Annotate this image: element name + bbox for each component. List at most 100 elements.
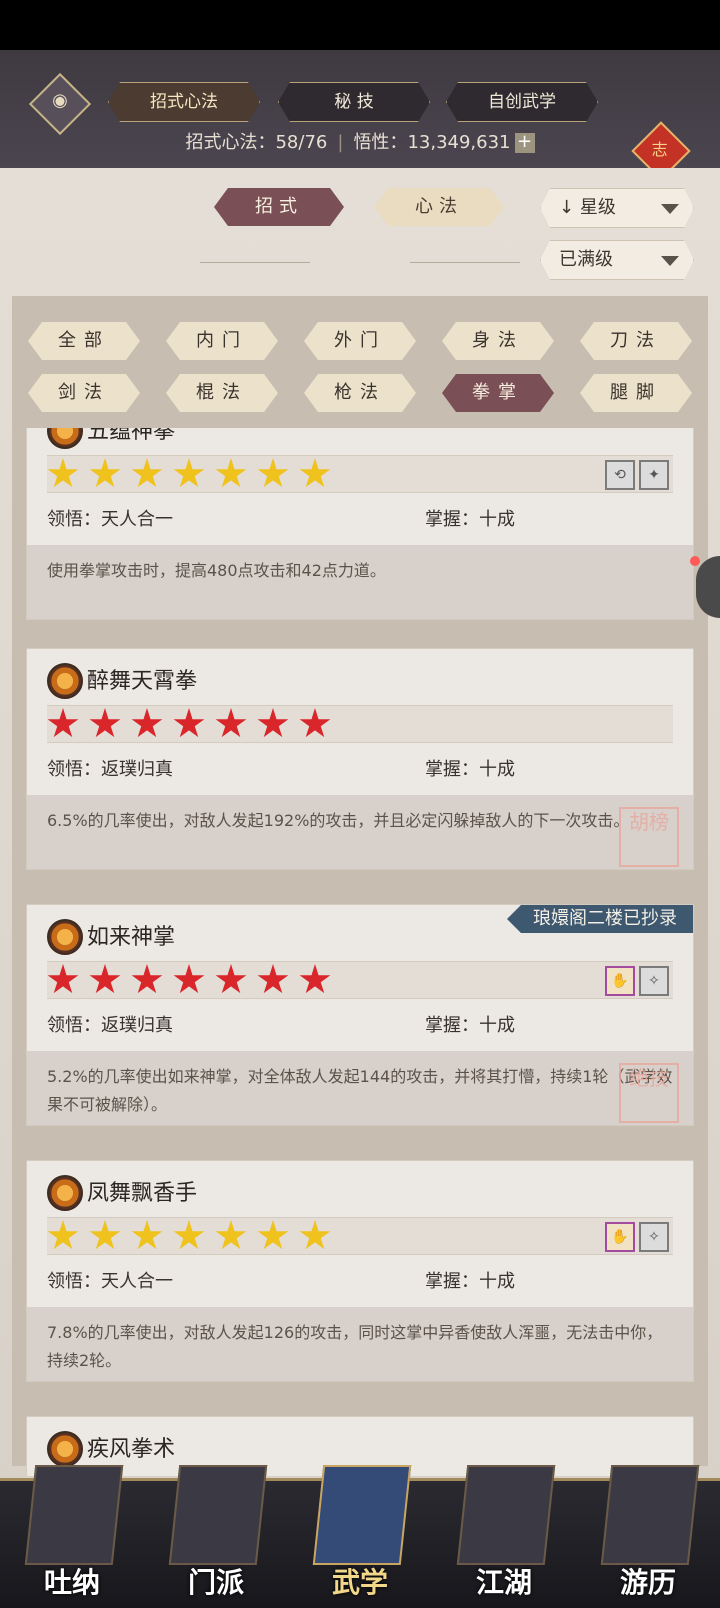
star-icon xyxy=(131,708,163,738)
skill-type-icon: ⟲ xyxy=(605,460,635,490)
star-rating: ✋ ✧ xyxy=(47,961,673,999)
bottom-nav: 吐纳 门派 武学 江湖 游历 xyxy=(0,1465,720,1608)
skill-card[interactable]: 凤舞飘香手 ✋ ✧ 领悟：天人合一 掌握：十成 7.8%的几率使出，对敌人发起1… xyxy=(26,1160,694,1382)
insight-label: 领悟： xyxy=(47,1271,101,1292)
star-sort-label: 星级 xyxy=(579,197,616,218)
skill-list[interactable]: 五蕴神拳 ⟲ ✦ 领悟：天人合一 掌握：十成 使用拳掌攻击时，提高480点攻击和… xyxy=(26,428,694,1476)
skill-card[interactable]: 醉舞天霄拳 领悟：返璞归真 掌握：十成 6.5%的几率使出，对敌人发起192%的… xyxy=(26,648,694,870)
star-icon xyxy=(131,1220,163,1250)
filter-sword[interactable]: 剑法 xyxy=(28,374,140,412)
tab-skills-mind[interactable]: 招式心法 xyxy=(108,82,260,122)
tab-custom-martial[interactable]: 自创武学 xyxy=(446,82,598,122)
insight-value: 天人合一 xyxy=(101,1271,173,1292)
skill-name: 疾风拳术 xyxy=(87,1437,176,1462)
nav-travel[interactable]: 游历 xyxy=(596,1465,700,1605)
star-icon xyxy=(131,458,163,488)
star-icon xyxy=(215,964,247,994)
stats-label-insight: 悟性： xyxy=(353,132,408,153)
star-icon xyxy=(173,964,205,994)
arrow-down-icon: ↓ xyxy=(559,197,575,218)
star-icon xyxy=(89,458,121,488)
star-icon xyxy=(47,1220,79,1250)
stats-bar: 招式心法：58/76 | 悟性：13,349,631 + xyxy=(0,128,720,154)
sect-icon xyxy=(168,1465,268,1565)
skill-type-icon: ✋ xyxy=(605,1222,635,1252)
insight-label: 领悟： xyxy=(47,1015,101,1036)
mastery-label: 掌握： xyxy=(425,1271,479,1292)
star-rating: ⟲ ✦ xyxy=(47,455,673,493)
filter-spear[interactable]: 枪法 xyxy=(304,374,416,412)
skill-type-icon: ✋ xyxy=(605,966,635,996)
straw-hat-icon xyxy=(456,1465,556,1565)
skill-name: 五蕴神拳 xyxy=(87,428,176,444)
divider-left xyxy=(200,262,310,263)
skill-type-icon: ✦ xyxy=(639,460,669,490)
skill-type-icon: ✧ xyxy=(639,966,669,996)
filter-blade[interactable]: 刀法 xyxy=(580,322,692,360)
insight-label: 领悟： xyxy=(47,759,101,780)
add-insight-button[interactable]: + xyxy=(514,133,535,153)
star-icon xyxy=(299,458,331,488)
nav-label: 武学 xyxy=(331,1566,388,1599)
nav-jianghu[interactable]: 江湖 xyxy=(452,1465,556,1605)
star-icon xyxy=(89,1220,121,1250)
nav-label: 江湖 xyxy=(475,1566,532,1599)
filter-outer[interactable]: 外门 xyxy=(304,322,416,360)
insight-value: 返璞归真 xyxy=(101,759,173,780)
tab-secret-skills[interactable]: 秘 技 xyxy=(278,82,430,122)
seal-stamp: 胡榜 xyxy=(619,807,679,867)
mastery-value: 十成 xyxy=(479,1271,515,1292)
fist-skill-icon xyxy=(47,1175,83,1211)
filter-all[interactable]: 全部 xyxy=(28,322,140,360)
filter-inner[interactable]: 内门 xyxy=(166,322,278,360)
star-icon xyxy=(173,1220,205,1250)
chevron-down-icon xyxy=(661,256,679,266)
toggle-mind[interactable]: 心法 xyxy=(374,188,504,226)
star-icon xyxy=(47,964,79,994)
star-icon xyxy=(173,458,205,488)
nav-label: 门派 xyxy=(187,1566,244,1599)
skill-name: 醉舞天霄拳 xyxy=(87,669,198,694)
status-bar xyxy=(0,0,720,50)
star-icon xyxy=(89,964,121,994)
view-toggle-button[interactable]: ◉ xyxy=(28,72,92,136)
horse-icon xyxy=(600,1465,700,1565)
insight-value: 天人合一 xyxy=(101,509,173,530)
star-rating xyxy=(47,705,673,743)
star-rating: ✋ ✧ xyxy=(47,1217,673,1255)
nav-sect[interactable]: 门派 xyxy=(164,1465,268,1605)
level-filter-dropdown[interactable]: 已满级 xyxy=(540,240,694,280)
star-icon xyxy=(257,708,289,738)
filter-leg[interactable]: 腿脚 xyxy=(580,374,692,412)
mastery-label: 掌握： xyxy=(425,759,479,780)
mastery-label: 掌握： xyxy=(425,1015,479,1036)
skill-card[interactable]: 琅嬛阁二楼已抄录 如来神掌 ✋ ✧ 领悟：返璞归真 掌握：十成 5.2%的几率使… xyxy=(26,904,694,1126)
insight-label: 领悟： xyxy=(47,509,101,530)
skill-description: 6.5%的几率使出，对敌人发起192%的攻击，并且必定闪躲掉敌人的下一次攻击。 xyxy=(27,795,693,869)
eye-icon: ◉ xyxy=(52,90,68,112)
star-icon xyxy=(299,708,331,738)
stats-label-skills: 招式心法： xyxy=(185,132,276,153)
nav-label: 游历 xyxy=(619,1566,676,1599)
nav-martial-arts[interactable]: 武学 xyxy=(308,1465,412,1605)
skill-card[interactable]: 五蕴神拳 ⟲ ✦ 领悟：天人合一 掌握：十成 使用拳掌攻击时，提高480点攻击和… xyxy=(26,428,694,620)
star-icon xyxy=(131,964,163,994)
skill-name: 凤舞飘香手 xyxy=(87,1181,198,1206)
book-icon xyxy=(312,1465,412,1565)
filter-fist[interactable]: 拳掌 xyxy=(442,374,554,412)
skill-description: 5.2%的几率使出如来神掌，对全体敌人发起144的攻击，并将其打懵，持续1轮（武… xyxy=(27,1051,693,1125)
nav-breathing[interactable]: 吐纳 xyxy=(20,1465,124,1605)
filter-body[interactable]: 身法 xyxy=(442,322,554,360)
star-icon xyxy=(257,1220,289,1250)
star-icon xyxy=(299,1220,331,1250)
star-icon xyxy=(257,458,289,488)
star-sort-dropdown[interactable]: ↓ 星级 xyxy=(540,188,694,228)
skill-name: 如来神掌 xyxy=(87,925,176,950)
toggle-moves[interactable]: 招式 xyxy=(214,188,344,226)
star-icon xyxy=(47,708,79,738)
level-filter-label: 已满级 xyxy=(559,249,613,270)
star-icon xyxy=(215,458,247,488)
star-icon xyxy=(215,708,247,738)
filter-staff[interactable]: 棍法 xyxy=(166,374,278,412)
star-icon xyxy=(257,964,289,994)
